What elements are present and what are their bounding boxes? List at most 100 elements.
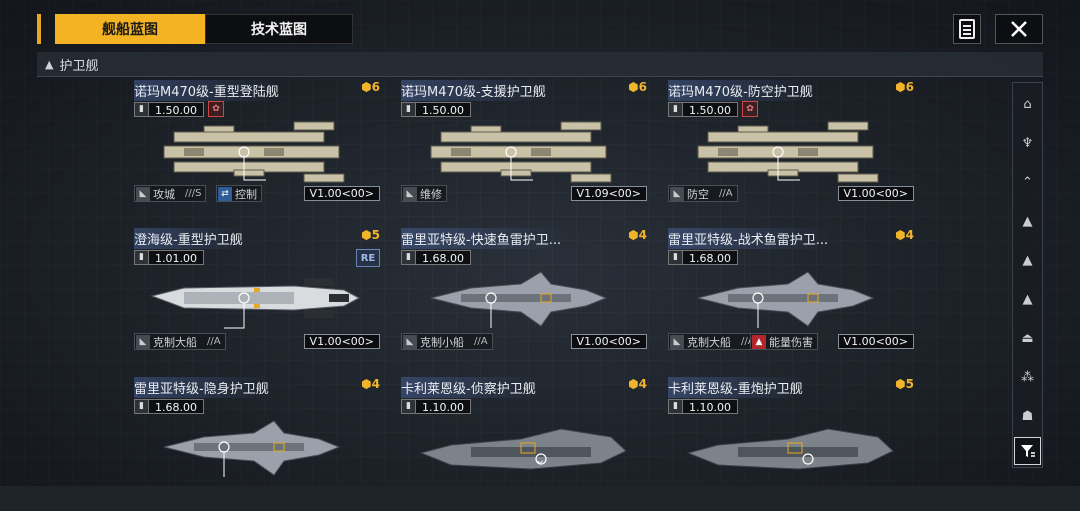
card-title: 卡利莱恩级-侦察护卫舰 [401,377,540,398]
command-value: 1.01.00 [149,249,204,265]
blueprint-card[interactable]: 澄海级-重型护卫舰 ⬢5 ▮ 1.01.00 RE ◣ 克制大船 //A V1.… [134,228,380,362]
card-title: 诺玛M470级-支援护卫舰 [401,80,550,101]
cost-badge: ⬢4 [628,377,647,391]
version-badge: V1.00<00> [570,334,647,349]
command-chip: ▮ 1.68.00 [401,249,471,265]
command-icon: ▮ [134,398,149,414]
role-label: 克制小船 [420,335,464,349]
cost-icon: ⬢ [361,377,372,391]
role-tag: ◣ 克制大船 //A [134,333,226,350]
card-footer: ◣ 防空 //A V1.00<00> [668,185,914,203]
class-9-icon[interactable]: ☗ [1014,401,1041,431]
cost-badge: ⬢6 [895,80,914,94]
module-icon: ✿ [742,101,758,117]
module-icon: ✿ [208,101,224,117]
blueprint-card[interactable]: 雷里亚特级-隐身护卫舰 ⬢4 ▮ 1.68.00 [134,377,380,511]
blueprint-card[interactable]: 诺玛M470级-重型登陆舰 ⬢6 ▮ 1.50.00 ✿ ◣ 攻城 ///S ⇄… [134,80,380,214]
blueprint-card[interactable]: 诺玛M470级-支援护卫舰 ⬢6 ▮ 1.50.00 ◣ 维修 V1.09<00… [401,80,647,214]
class-4-icon[interactable]: ▲ [1014,206,1041,236]
ship-image [144,415,370,481]
class-2-icon[interactable]: ♆ [1014,128,1041,158]
cost-icon: ⬢ [361,80,372,94]
version-badge: V1.00<00> [837,334,914,349]
top-bar: 舰船蓝图 技术蓝图 [37,14,1043,46]
role-label: 克制大船 [687,335,731,349]
command-row: ▮ 1.10.00 [668,398,738,414]
class-3-icon[interactable]: ⌃ [1014,167,1041,197]
role-tag: ◣ 维修 [401,185,447,202]
swap-icon: ⇄ [218,186,232,201]
class-1-icon[interactable]: ⌂ [1014,89,1041,119]
cost-icon: ⬢ [628,228,639,242]
tab-tech-blueprint[interactable]: 技术蓝图 [205,14,353,44]
blueprint-card[interactable]: 雷里亚特级-快速鱼雷护卫... ⬢4 ▮ 1.68.00 ◣ 克制小船 //A [401,228,647,362]
blueprint-card[interactable]: 卡利莱恩级-重炮护卫舰 ⬢5 ▮ 1.10.00 [668,377,914,511]
cost-value: 4 [638,228,647,242]
command-icon: ▮ [401,249,416,265]
command-row: ▮ 1.50.00 [401,101,471,117]
command-icon: ▮ [401,101,416,117]
command-value: 1.68.00 [416,249,471,265]
command-chip: ▮ 1.50.00 [134,101,204,117]
card-title: 雷里亚特级-隐身护卫舰 [134,377,273,398]
blueprint-card[interactable]: 诺玛M470级-防空护卫舰 ⬢6 ▮ 1.50.00 ✿ ◣ 防空 //A V1… [668,80,914,214]
cost-badge: ⬢5 [895,377,914,391]
role-icon: ◣ [403,186,417,201]
command-row: ▮ 1.10.00 [401,398,471,414]
cost-badge: ⬢4 [628,228,647,242]
class-7-icon[interactable]: ⏏ [1014,323,1041,353]
command-value: 1.50.00 [416,101,471,117]
command-row: ▮ 1.50.00 ✿ [668,101,758,117]
notes-icon [959,19,975,39]
command-row: ▮ 1.50.00 ✿ [134,101,224,117]
class-5-icon[interactable]: ▲ [1014,245,1041,275]
card-title: 诺玛M470级-防空护卫舰 [668,80,817,101]
version-badge: V1.09<00> [570,186,647,201]
ship-image [678,266,904,332]
command-value: 1.10.00 [416,398,471,414]
cost-value: 5 [371,228,380,242]
blueprint-card[interactable]: 卡利莱恩级-侦察护卫舰 ⬢4 ▮ 1.10.00 [401,377,647,511]
command-icon: ▮ [668,249,683,265]
cost-value: 4 [638,377,647,391]
card-title: 雷里亚特级-快速鱼雷护卫... [401,228,566,249]
ship-image [411,118,637,184]
cost-icon: ⬢ [361,228,372,242]
energy-icon: ▲ [752,334,766,349]
command-chip: ▮ 1.68.00 [668,249,738,265]
re-badge: RE [356,249,380,267]
card-title: 诺玛M470级-重型登陆舰 [134,80,283,101]
section-header[interactable]: ▲ 护卫舰 [37,52,1043,77]
class-8-icon[interactable]: ⁂ [1014,362,1041,392]
command-chip: ▮ 1.50.00 [668,101,738,117]
cost-icon: ⬢ [895,377,906,391]
blueprint-card[interactable]: 雷里亚特级-战术鱼雷护卫... ⬢4 ▮ 1.68.00 ◣ 克制大船 //A [668,228,914,362]
section-title: 护卫舰 [59,58,99,74]
command-value: 1.68.00 [149,398,204,414]
command-value: 1.50.00 [683,101,738,117]
cost-value: 6 [371,80,380,94]
cost-badge: ⬢4 [895,228,914,242]
ship-image [678,118,904,184]
filter-funnel-button[interactable] [1014,437,1041,465]
notes-button[interactable] [953,14,981,44]
command-row: ▮ 1.68.00 [668,249,738,265]
version-badge: V1.00<00> [303,186,380,201]
filter-funnel-icon [1020,445,1035,457]
command-icon: ▮ [401,398,416,414]
scroll-down-icon[interactable]: ⌄ [532,452,548,468]
command-chip: ▮ 1.01.00 [134,249,204,265]
role-icon: ◣ [136,334,150,349]
role-tag: ◣ 克制小船 //A [401,333,493,350]
tab-ship-blueprint[interactable]: 舰船蓝图 [55,14,205,44]
version-badge: V1.00<00> [303,334,380,349]
cost-icon: ⬢ [895,228,906,242]
cost-value: 5 [905,377,914,391]
role-icon: ◣ [403,334,417,349]
role-icon: ◣ [670,186,684,201]
command-chip: ▮ 1.10.00 [668,398,738,414]
class-6-icon[interactable]: ▲ [1014,284,1041,314]
close-button[interactable] [995,14,1043,44]
command-icon: ▮ [668,101,683,117]
collapse-arrow-icon[interactable]: ▲ [45,58,53,71]
